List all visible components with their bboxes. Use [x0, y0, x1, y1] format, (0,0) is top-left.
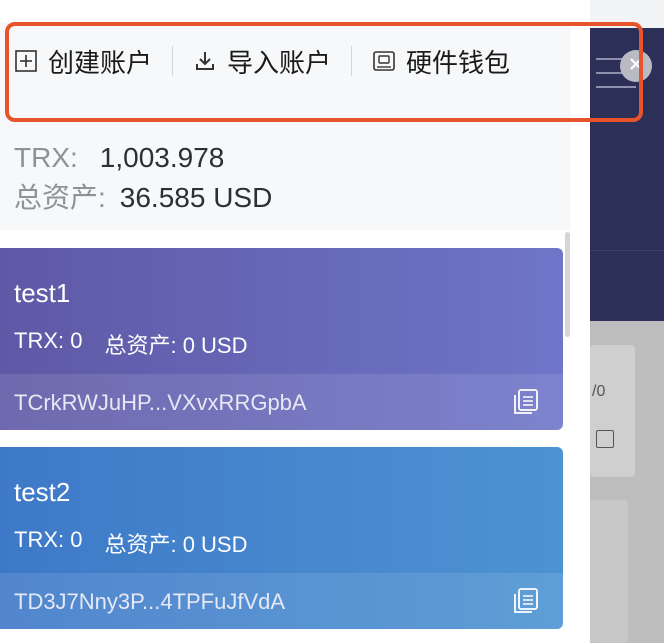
account-drawer: 创建账户 导入账户 硬件钱包 TRX: 1,003.978 总资产: 36.58…: [0, 0, 590, 643]
background-copy-icon: [596, 430, 614, 448]
background-card: [590, 345, 635, 477]
account-footer: TCrkRWJuHP...VXvxRRGpbA: [0, 374, 563, 430]
account-total-assets: 总资产: 0 USD: [104, 532, 248, 557]
account-trx-balance: TRX: 0: [14, 527, 83, 552]
account-name: test1: [14, 278, 71, 308]
trx-label: TRX:: [14, 142, 78, 173]
hardware-wallet-label: 硬件钱包: [406, 47, 511, 78]
background-card: [590, 500, 628, 643]
create-account-label: 创建账户: [48, 47, 153, 78]
account-address: TCrkRWJuHP...VXvxRRGpbA: [14, 390, 307, 415]
toolbar-divider: [351, 46, 353, 76]
account-address: TD3J7Nny3P...4TPFuJfVdA: [14, 589, 286, 614]
close-icon: [628, 56, 644, 77]
account-card[interactable]: test1 TRX: 0 总资产: 0 USD TCrkRWJuHP...VXv…: [0, 248, 563, 430]
create-account-button[interactable]: 创建账户: [6, 41, 160, 81]
total-assets-label: 总资产:: [14, 182, 106, 213]
hardware-wallet-button[interactable]: 硬件钱包: [364, 41, 518, 81]
account-toolbar: 创建账户 导入账户 硬件钱包: [6, 28, 568, 94]
background-fraction: /0: [592, 383, 606, 400]
import-account-label: 导入账户: [227, 47, 332, 78]
copy-icon[interactable]: [513, 587, 539, 615]
trx-value: 1,003.978: [99, 142, 225, 173]
account-total-assets: 总资产: 0 USD: [104, 333, 248, 358]
download-icon: [193, 49, 217, 73]
account-name: test2: [14, 477, 71, 507]
close-button[interactable]: [620, 50, 652, 82]
background-divider: [590, 250, 664, 251]
total-assets-value: 36.585 USD: [119, 182, 273, 213]
import-account-button[interactable]: 导入账户: [185, 41, 339, 81]
balance-summary: TRX: 1,003.978 总资产: 36.585 USD: [14, 138, 272, 218]
account-card[interactable]: test2 TRX: 0 总资产: 0 USD TD3J7Nny3P...4TP…: [0, 447, 563, 629]
copy-icon[interactable]: [513, 388, 539, 416]
account-trx-balance: TRX: 0: [14, 328, 83, 353]
scrollbar[interactable]: [565, 232, 570, 337]
hardware-wallet-icon: [372, 49, 396, 73]
plus-square-icon: [14, 49, 38, 73]
account-footer: TD3J7Nny3P...4TPFuJfVdA: [0, 573, 563, 629]
toolbar-divider: [172, 46, 174, 76]
